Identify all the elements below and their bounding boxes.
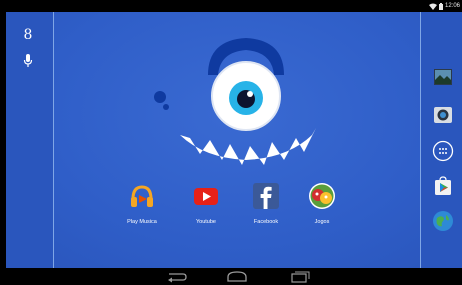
apps-drawer-icon[interactable] [432, 140, 454, 162]
app-label: Youtube [196, 219, 216, 225]
app-jogos[interactable]: Jogos [294, 182, 350, 228]
status-indicators: 12:06 [428, 1, 460, 11]
app-label: Play Musica [127, 219, 157, 225]
navigation-bar [0, 268, 462, 285]
home-screen: 8 Play Musica Youtube Facebook Jogos [6, 12, 462, 268]
app-facebook[interactable]: Facebook [238, 182, 294, 228]
app-label: Facebook [253, 219, 279, 225]
camera-icon[interactable] [432, 104, 454, 126]
mic-icon[interactable] [22, 52, 34, 70]
recent-apps-icon[interactable] [286, 270, 312, 283]
monster-dot-small [163, 104, 169, 110]
gallery-icon[interactable] [432, 66, 454, 88]
app-youtube[interactable]: Youtube [178, 182, 234, 228]
favorites-bar [420, 12, 462, 268]
home-icon[interactable] [224, 270, 250, 283]
monster-teeth [180, 128, 316, 165]
google-search-icon[interactable]: 8 [22, 26, 34, 44]
facebook-icon [253, 183, 279, 209]
back-icon[interactable] [163, 270, 189, 283]
monster-wallpaper [154, 38, 316, 165]
youtube-icon [194, 188, 218, 205]
angry-birds-icon [309, 183, 335, 209]
app-play-musica[interactable]: Play Musica [114, 182, 170, 228]
left-search-bar: 8 [6, 12, 54, 268]
browser-globe-icon[interactable] [432, 210, 454, 232]
app-label: Jogos [314, 219, 330, 225]
monster-dot-large [154, 91, 166, 103]
clock: 12:06 [444, 3, 460, 9]
wifi-icon [428, 3, 437, 10]
status-bar: 12:06 [0, 0, 462, 12]
battery-icon [438, 2, 443, 10]
headphones-icon [131, 185, 153, 207]
play-store-icon[interactable] [432, 175, 454, 197]
